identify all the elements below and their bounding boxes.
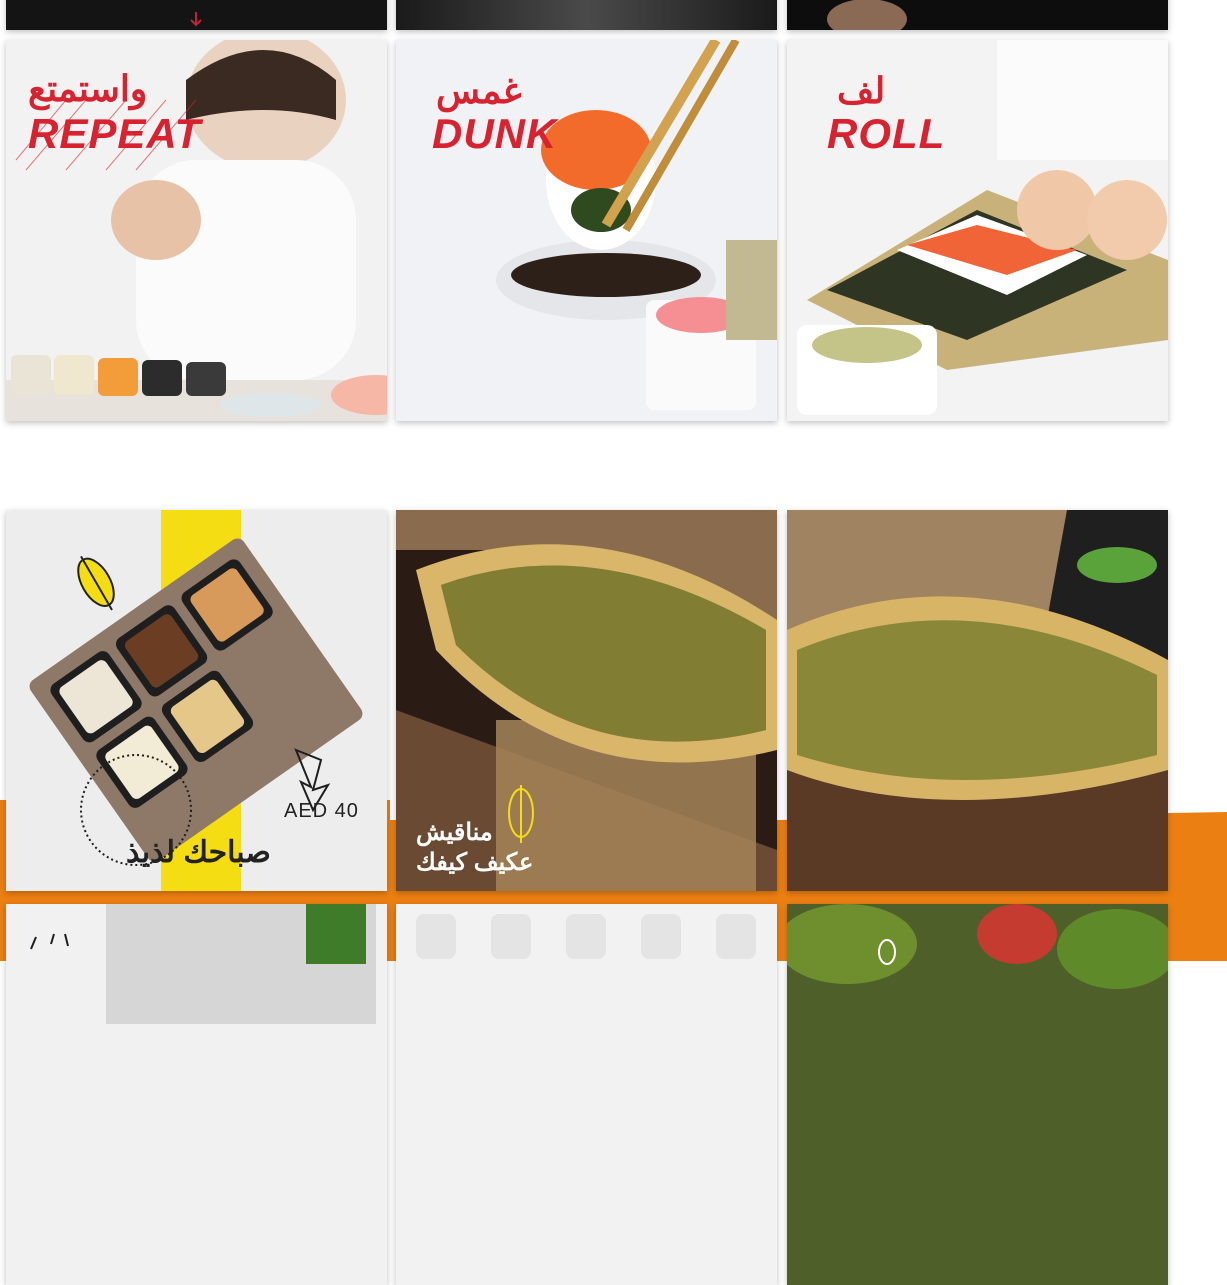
tile-english-title: ROLL [827, 110, 946, 157]
gallery-tile-bottom-3[interactable] [787, 904, 1168, 1285]
gallery-tile-top-1[interactable] [6, 0, 387, 30]
tile-arabic-title: غمس [436, 70, 522, 111]
gallery-tile-top-3[interactable] [787, 0, 1168, 30]
tile-english-title: REPEAT [28, 110, 202, 157]
tile-title: صباحك لذيذ [126, 836, 271, 869]
tile-title-line2: عكيف كيفك [416, 849, 534, 876]
gallery-tile-breakfast-box[interactable]: AED 40 صباحك لذيذ [6, 510, 387, 891]
gallery-tile-repeat[interactable]: واستمتع REPEAT [6, 40, 387, 421]
tile-arabic-title: لف [837, 70, 886, 111]
gallery-tile-bottom-2[interactable] [396, 904, 777, 1285]
tile-price: AED 40 [284, 800, 359, 822]
gallery-tile-manakish-2[interactable] [787, 510, 1168, 891]
tile-arabic-title: واستمتع [28, 68, 148, 109]
gallery-tile-manakish-1[interactable]: مناقيش عكيف كيفك [396, 510, 777, 891]
tile-title-line1: مناقيش [416, 819, 493, 846]
gallery-tile-bottom-1[interactable] [6, 904, 387, 1285]
gallery-tile-top-2[interactable] [396, 0, 777, 30]
gallery-tile-dunk[interactable]: غمس DUNK [396, 40, 777, 421]
tile-english-title: DUNK [432, 110, 558, 157]
gallery-tile-roll[interactable]: لف ROLL [787, 40, 1168, 421]
